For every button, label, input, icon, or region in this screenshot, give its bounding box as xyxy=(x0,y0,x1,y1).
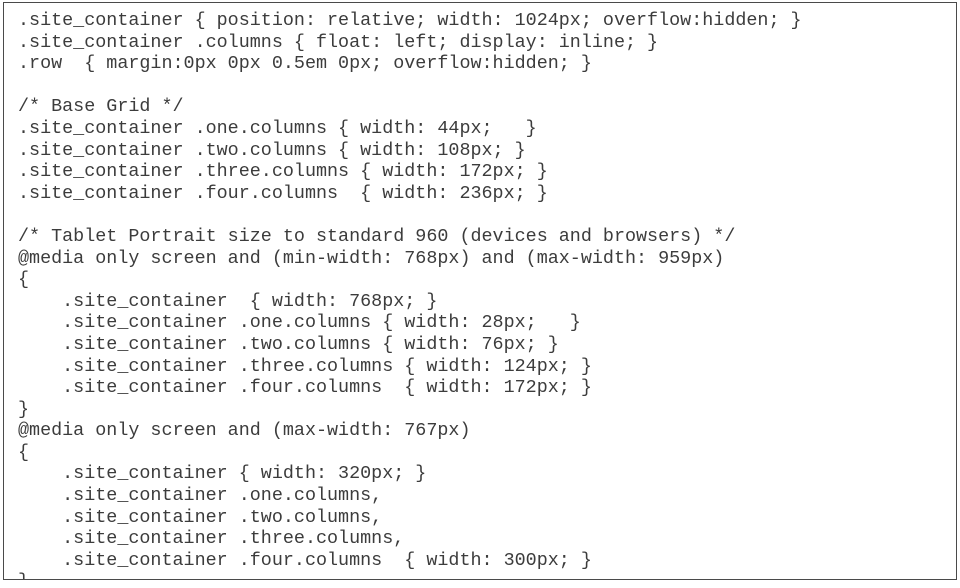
code-line: } xyxy=(18,398,30,420)
code-line: .site_container .four.columns { width: 3… xyxy=(18,549,592,571)
code-line: .site_container { width: 768px; } xyxy=(18,290,438,312)
code-line: .site_container .two.columns { width: 76… xyxy=(18,333,559,355)
code-line: /* Tablet Portrait size to standard 960 … xyxy=(18,225,736,247)
code-line: .site_container .three.columns, xyxy=(18,528,405,550)
code-line: /* Base Grid */ xyxy=(18,96,184,118)
code-line: .site_container .one.columns { width: 44… xyxy=(18,117,537,139)
code-line: .site_container .one.columns, xyxy=(18,485,383,507)
code-line: .site_container .three.columns { width: … xyxy=(18,355,592,377)
code-line: .site_container .three.columns { width: … xyxy=(18,161,548,183)
code-line: .site_container { position: relative; wi… xyxy=(18,10,802,31)
code-listing-frame: .site_container { position: relative; wi… xyxy=(3,2,957,580)
code-line: @media only screen and (max-width: 767px… xyxy=(18,420,471,442)
code-line: .site_container .columns { float: left; … xyxy=(18,31,659,53)
code-line: .site_container .two.columns { width: 10… xyxy=(18,139,526,161)
code-line: .site_container .one.columns { width: 28… xyxy=(18,312,581,334)
css-code-listing: .site_container { position: relative; wi… xyxy=(4,3,956,579)
code-line: { xyxy=(18,269,30,291)
code-line: { xyxy=(18,441,30,463)
code-line: .site_container { width: 320px; } xyxy=(18,463,427,485)
code-line: .site_container .four.columns { width: 1… xyxy=(18,377,592,399)
code-line: @media only screen and (min-width: 768px… xyxy=(18,247,725,269)
code-line: .site_container .four.columns { width: 2… xyxy=(18,182,548,204)
code-line: .site_container .two.columns, xyxy=(18,506,383,528)
code-line: } xyxy=(18,571,956,579)
code-line: .row { margin:0px 0px 0.5em 0px; overflo… xyxy=(18,53,592,75)
